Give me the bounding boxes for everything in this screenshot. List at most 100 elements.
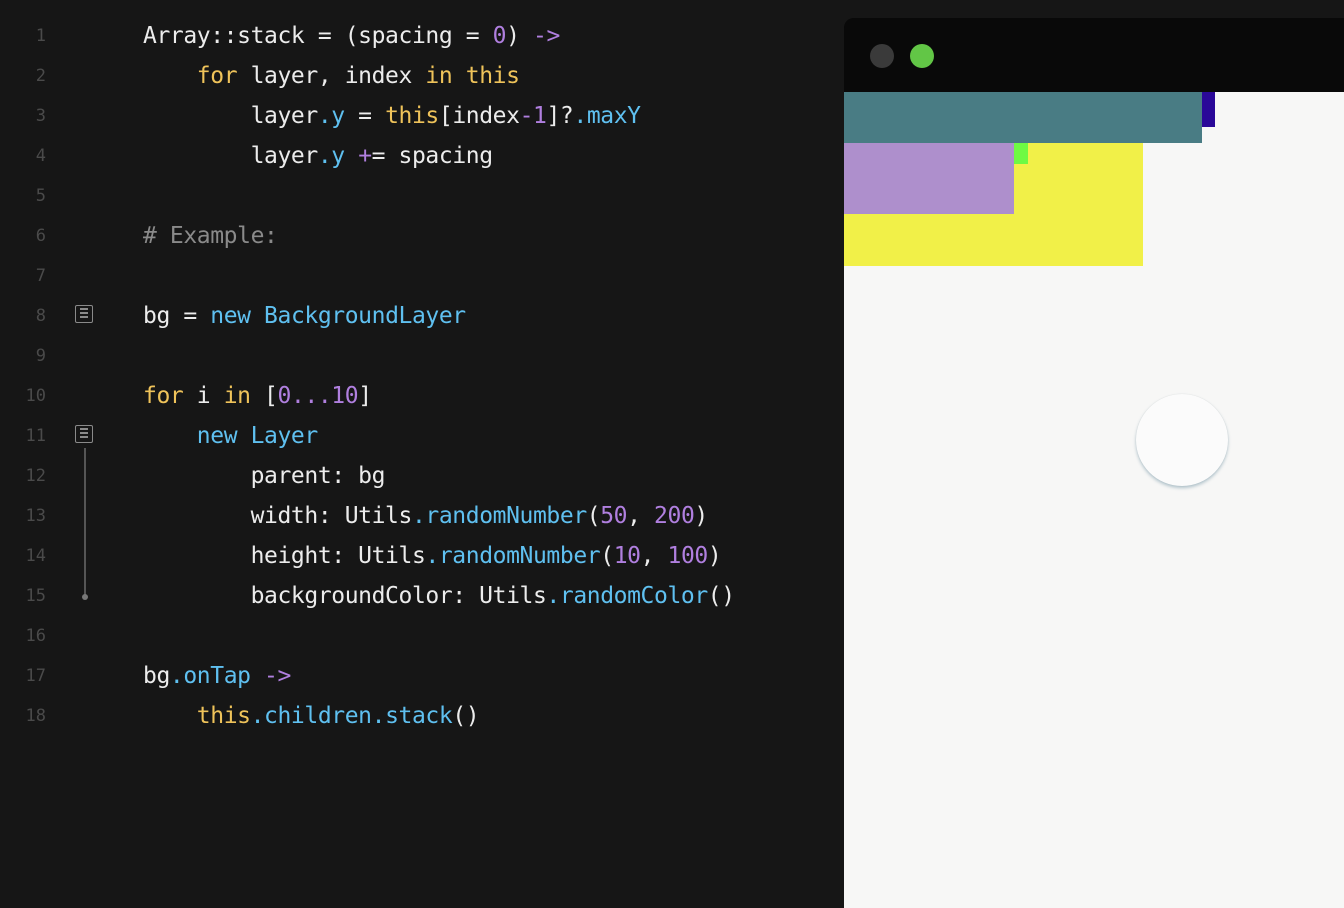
code-token: -> [264,663,291,689]
line-number: 1 [35,26,46,46]
code-token: new [210,303,251,329]
code-token: + [358,143,372,169]
code-token: .onTap [169,663,251,689]
code-token: layer [143,143,319,169]
code-token: () [707,583,735,609]
window-close-button[interactable] [870,44,894,68]
code-token: new [196,423,238,449]
line-number: 7 [35,266,46,286]
code-line[interactable]: 9 [0,336,844,376]
code-line[interactable]: 8 bg = new BackgroundLayer [0,296,844,336]
code-token: for [196,63,238,89]
code-text: bg = new BackgroundLayer [143,302,466,330]
code-token: 50 [600,503,628,529]
fold-toggle-icon[interactable] [75,425,93,443]
code-token: .randomNumber [425,543,601,569]
code-token: .y [317,103,345,129]
code-token: Layer [250,423,319,449]
code-line[interactable]: 2 for layer, index in this [0,56,844,96]
code-token: = [344,103,386,129]
code-line[interactable]: 12 parent: bg [0,456,844,496]
code-token: # Example: [143,223,278,249]
code-line[interactable]: 14 height: Utils.randomNumber(10, 100) [0,536,844,576]
line-number: 2 [35,66,46,86]
code-line[interactable]: 1 Array::stack = (spacing = 0) -> [0,16,844,56]
code-token: ) [694,503,708,529]
code-line[interactable]: 13 width: Utils.randomNumber(50, 200) [0,496,844,536]
code-token: Array::stack = (spacing = [143,23,493,49]
code-token: 1 [533,103,547,129]
preview-titlebar [844,18,1344,92]
code-line[interactable]: 4 layer.y += spacing [0,136,844,176]
prototype-canvas[interactable] [844,92,1344,908]
fold-toggle-icon[interactable] [75,305,93,323]
code-text: new Layer [143,422,318,450]
code-line[interactable]: 17 bg.onTap -> [0,656,844,696]
code-token: width: Utils [143,503,413,529]
code-token: .randomColor [546,583,708,609]
code-token: () [452,703,480,729]
code-text: backgroundColor: Utils.randomColor() [143,582,736,610]
code-token: in [223,383,251,409]
code-token: bg [143,663,170,689]
line-number: 10 [25,386,46,406]
window-zoom-button[interactable] [910,44,934,68]
code-line[interactable]: 16 [0,616,844,656]
code-text: this.children.stack() [143,702,480,730]
code-line[interactable]: 15 backgroundColor: Utils.randomColor() [0,576,844,616]
code-token: , [640,543,668,569]
code-token: layer, index [237,63,426,89]
code-line[interactable]: 11 new Layer [0,416,844,456]
code-token: .maxY [573,103,641,129]
code-token: backgroundColor: Utils [143,583,547,609]
code-token: 10 [613,543,641,569]
fold-guide-line [84,448,86,596]
code-token: ) [707,543,722,569]
code-token: i [183,383,224,409]
code-token: , [627,503,655,529]
code-line[interactable]: 3 layer.y = this[index-1]?.maxY [0,96,844,136]
line-number: 14 [25,546,46,566]
layer-teal[interactable] [844,92,1202,143]
code-token: ( [600,543,614,569]
layer-green[interactable] [1014,143,1028,164]
code-token: 0...10 [277,383,359,409]
line-number: 11 [25,426,46,446]
code-text: bg.onTap -> [143,662,291,690]
code-line[interactable]: 5 [0,176,844,216]
code-token: for [143,383,184,409]
code-token: BackgroundLayer [264,303,466,329]
code-token: layer [143,103,319,129]
code-token: bg = [143,303,211,329]
code-text: for i in [0...10] [143,382,372,410]
code-text: # Example: [143,222,278,250]
code-line[interactable]: 10 for i in [0...10] [0,376,844,416]
line-number: 16 [25,626,46,646]
line-number: 17 [25,666,46,686]
code-line[interactable]: 18 this.children.stack() [0,696,844,736]
code-line[interactable]: 7 [0,256,844,296]
code-editor[interactable]: 1 Array::stack = (spacing = 0) -> 2 for la… [0,0,844,908]
code-token: -> [533,23,560,49]
line-number: 5 [35,186,46,206]
code-token: .randomNumber [411,503,587,529]
fold-guide-end [82,594,88,600]
code-line[interactable]: 6 # Example: [0,216,844,256]
code-token: [ [250,383,278,409]
code-token: ) [506,23,533,49]
tap-indicator [1136,394,1228,486]
layer-indigo[interactable] [1202,92,1215,127]
code-token: = spacing [371,143,493,169]
code-token: 200 [654,503,695,529]
layer-lavender[interactable] [844,143,1014,214]
code-text: layer.y = this[index-1]?.maxY [143,102,641,130]
line-number: 12 [25,466,46,486]
code-token: this [465,63,520,89]
